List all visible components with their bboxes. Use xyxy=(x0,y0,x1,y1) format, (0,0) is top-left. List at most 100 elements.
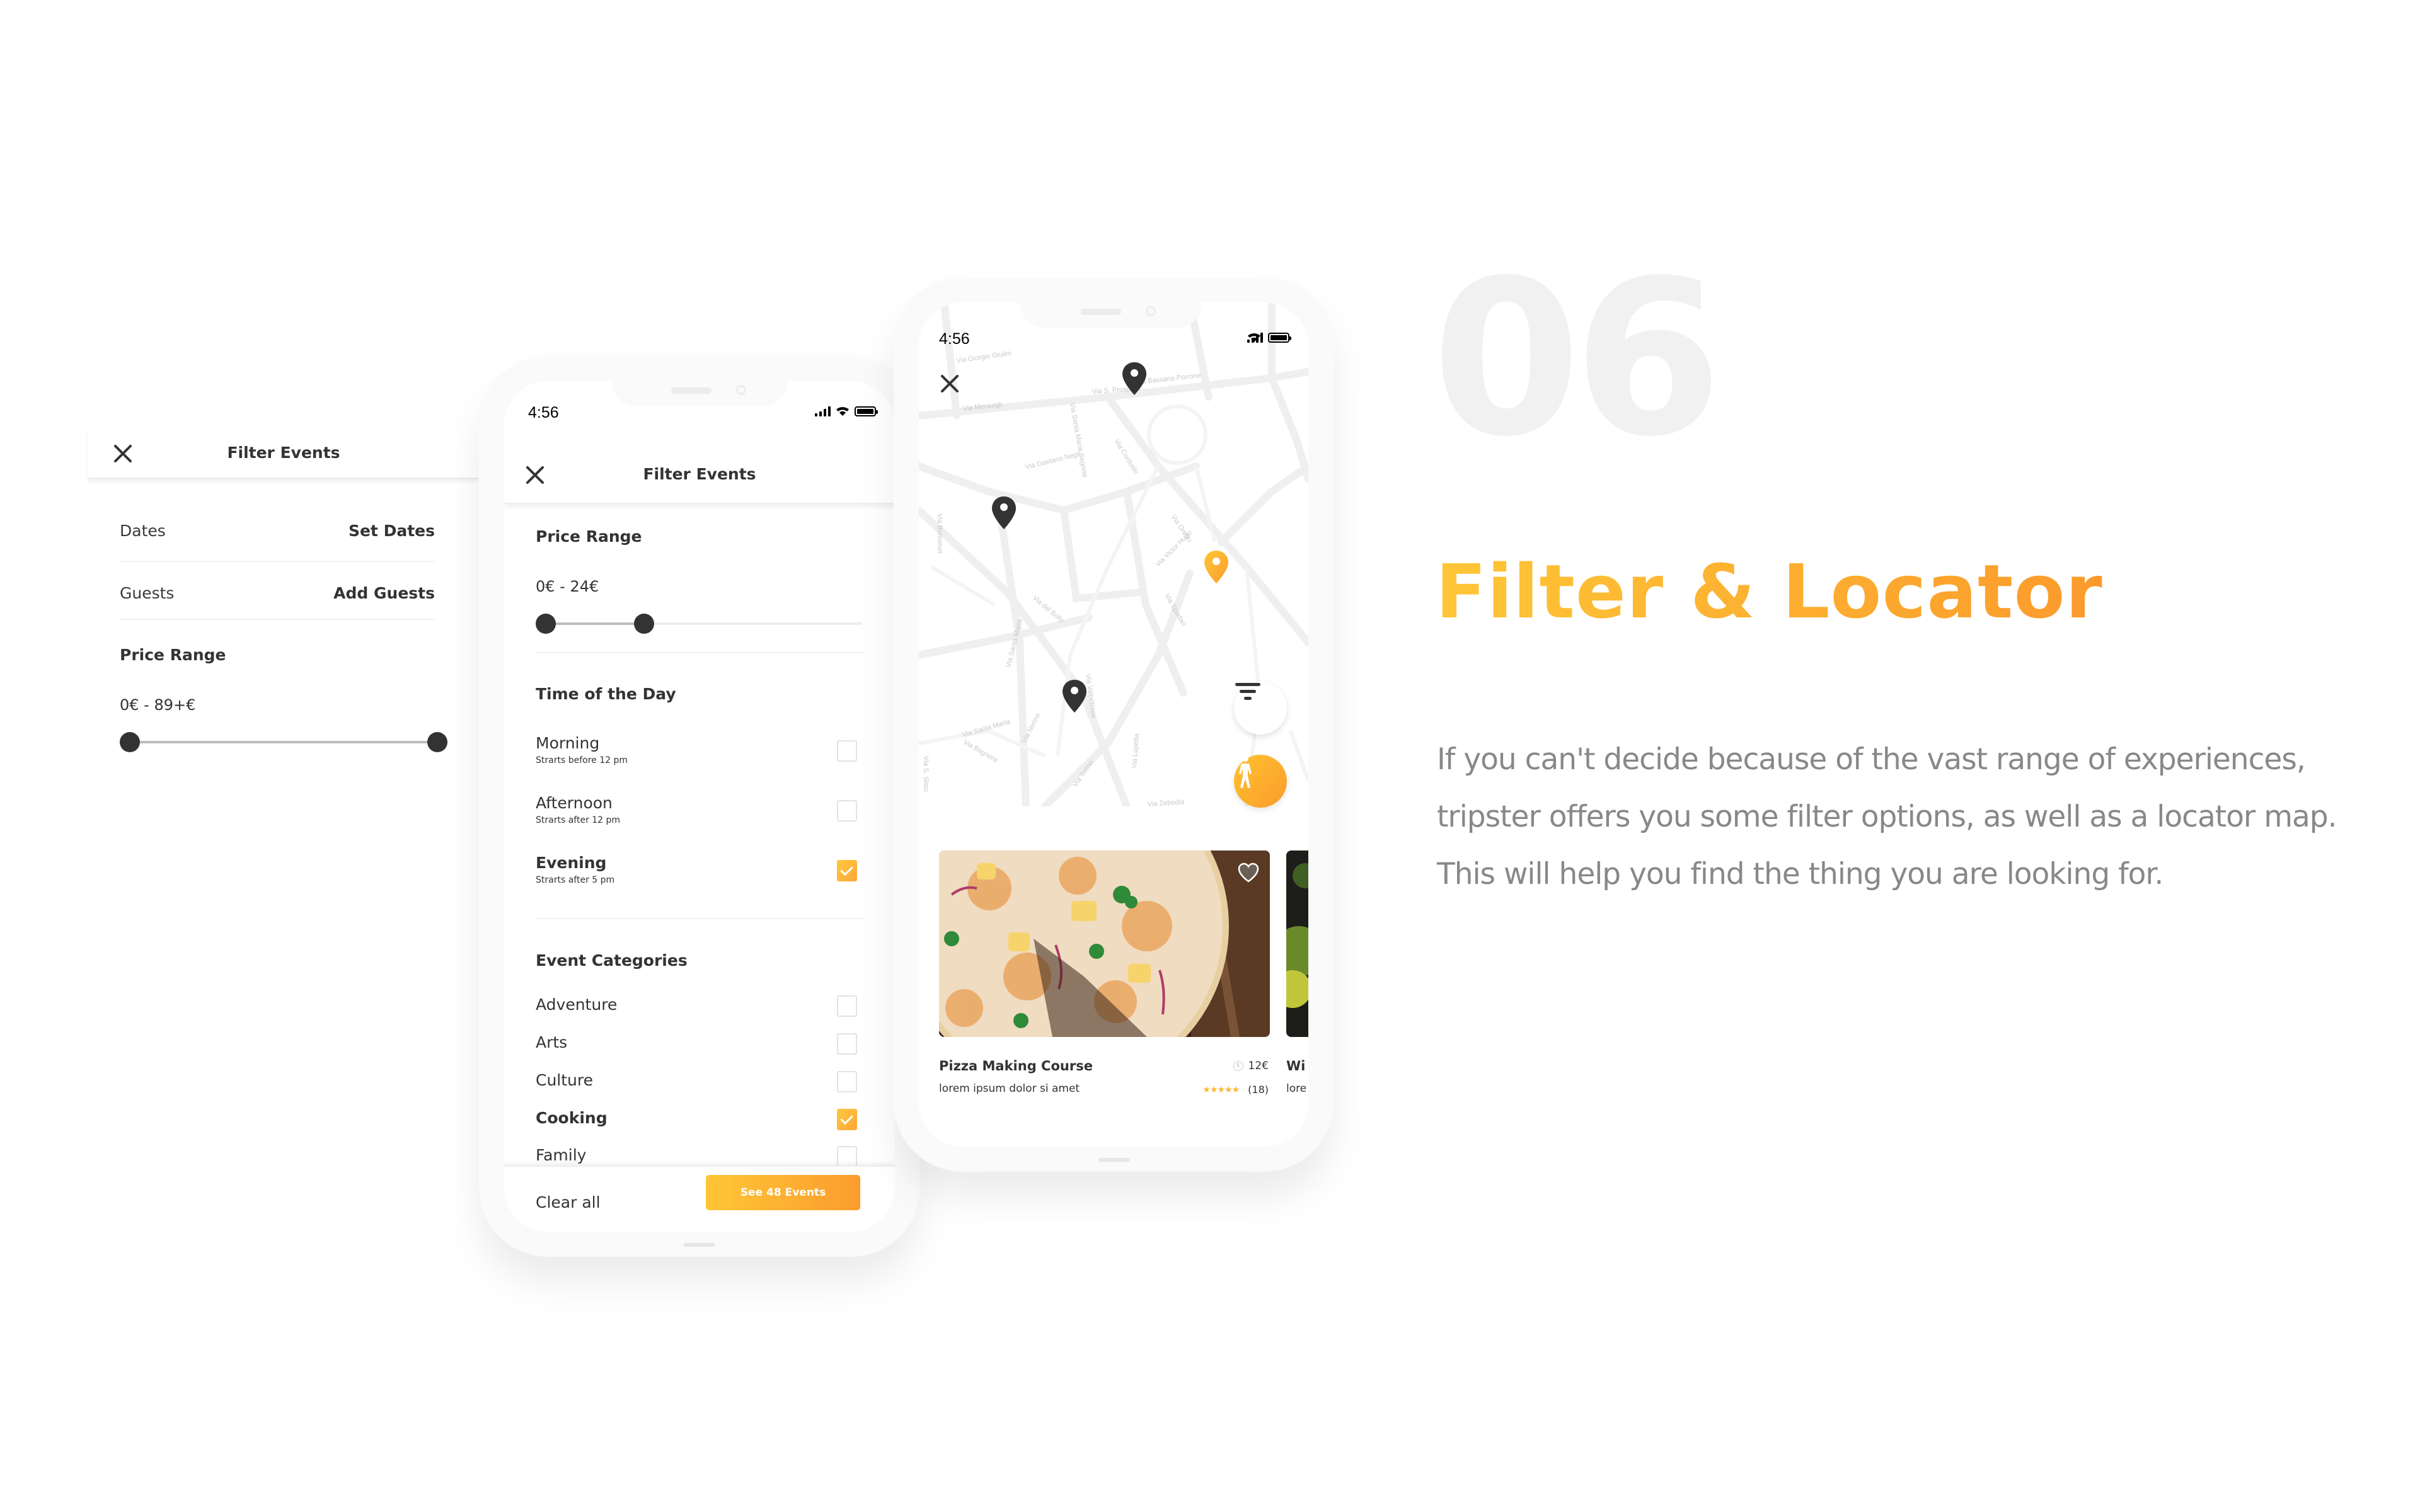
event-image xyxy=(1286,850,1308,1037)
feature-number: 06 xyxy=(1432,234,1722,484)
phone-speaker xyxy=(671,387,712,394)
svg-text:Via Borromei: Via Borromei xyxy=(936,513,943,553)
option-subtext: Strarts after 5 pm xyxy=(536,875,615,885)
option-label: Morning xyxy=(536,734,600,752)
home-indicator xyxy=(684,1243,715,1247)
feature-title: Filter & Locator xyxy=(1436,548,2103,635)
option-label: Afternoon xyxy=(536,794,613,812)
event-photo xyxy=(1286,850,1308,1037)
walking-person-icon xyxy=(1239,755,1252,788)
phone-notch xyxy=(611,381,788,406)
status-time: 4:56 xyxy=(528,404,559,421)
svg-text:Via Victor Hugo: Via Victor Hugo xyxy=(1155,529,1194,568)
checkbox-morning[interactable] xyxy=(837,740,857,762)
map-pin-icon[interactable] xyxy=(1061,679,1088,714)
checkbox-afternoon[interactable] xyxy=(837,800,857,822)
checkbox-arts[interactable] xyxy=(837,1033,857,1055)
description-line: This will help you find the thing you ar… xyxy=(1437,857,2164,891)
event-categories-title: Event Categories xyxy=(536,951,688,970)
clear-all-button[interactable]: Clear all xyxy=(536,1193,601,1211)
price-slider-min-handle[interactable] xyxy=(536,614,556,634)
filter-icon xyxy=(1235,683,1260,700)
battery-icon xyxy=(1268,333,1291,343)
favorite-heart-icon[interactable] xyxy=(1237,862,1260,883)
checkbox-cooking[interactable] xyxy=(837,1109,857,1130)
divider xyxy=(536,918,863,919)
event-description: lore xyxy=(1286,1082,1307,1095)
review-count: (18) xyxy=(1248,1084,1269,1096)
divider xyxy=(120,561,435,562)
divider xyxy=(536,652,863,653)
option-label: Evening xyxy=(536,854,607,872)
panel-title: Filter Events xyxy=(227,444,340,462)
price-range-value: 0€ - 89+€ xyxy=(120,696,196,714)
svg-text:Via Lupetta: Via Lupetta xyxy=(1131,733,1141,769)
description-line: tripster offers you some filter options,… xyxy=(1437,799,2337,834)
phone-camera xyxy=(1146,306,1156,316)
event-title: Pizza Making Course xyxy=(939,1058,1093,1074)
price-slider-track[interactable] xyxy=(130,741,437,743)
price-range-value: 0€ - 24€ xyxy=(536,578,599,595)
checkbox-culture[interactable] xyxy=(837,1071,857,1092)
svg-text:Via Cordusio: Via Cordusio xyxy=(1112,438,1139,476)
svg-text:Via Zebedia: Via Zebedia xyxy=(1147,798,1185,806)
status-time: 4:56 xyxy=(939,330,970,348)
filter-panel-flat: Filter Events Dates Set Dates Guests Add… xyxy=(88,428,479,781)
battery-icon xyxy=(855,406,878,416)
svg-text:Via Santa Maria Segreta: Via Santa Maria Segreta xyxy=(1068,402,1089,478)
home-indicator xyxy=(1098,1158,1130,1162)
phone-camera xyxy=(736,385,746,395)
price-slider-fill xyxy=(546,622,644,625)
checkbox-adventure[interactable] xyxy=(837,995,857,1017)
set-dates-link[interactable]: Set Dates xyxy=(349,522,435,540)
phone-speaker xyxy=(1081,309,1121,315)
category-label: Culture xyxy=(536,1071,594,1089)
price-slider-max-handle[interactable] xyxy=(633,614,654,634)
map[interactable]: Via Giorgio Giulini Via Meravigli Via S.… xyxy=(919,302,1308,808)
wifi-icon xyxy=(1248,333,1260,342)
price-slider-max-handle[interactable] xyxy=(427,732,447,752)
filter-footer: Clear all See 48 Events xyxy=(504,1166,895,1232)
map-pin-icon[interactable] xyxy=(1121,361,1148,396)
category-label: Family xyxy=(536,1146,587,1164)
price-range-title: Price Range xyxy=(120,646,226,664)
filter-screen: 4:56 Filter Events Price Range 0€ - 24€ … xyxy=(504,381,895,1232)
category-label: Arts xyxy=(536,1033,568,1051)
locate-me-button[interactable] xyxy=(1234,755,1287,808)
option-subtext: Strarts after 12 pm xyxy=(536,815,621,825)
event-description: lorem ipsum dolor si amet xyxy=(939,1082,1080,1095)
svg-text:Via S. Sisto: Via S. Sisto xyxy=(922,756,930,792)
status-icons xyxy=(815,406,878,416)
event-cards-carousel[interactable]: Pizza Making Course $ 12€ lorem ipsum do… xyxy=(919,850,1308,1115)
phone-filter-screen: 4:56 Filter Events Price Range 0€ - 24€ … xyxy=(479,356,920,1257)
close-icon[interactable] xyxy=(939,373,960,394)
currency-coin-icon: $ xyxy=(1233,1061,1243,1071)
svg-text:Via del Bollo: Via del Bollo xyxy=(1031,594,1065,624)
star-rating-icons: ★★★★★ xyxy=(1202,1084,1240,1095)
panel-header: Filter Events xyxy=(88,428,479,479)
checkbox-family[interactable] xyxy=(837,1146,857,1167)
phone-map-screen: Via Giorgio Giulini Via Meravigli Via S.… xyxy=(894,277,1334,1172)
svg-text:Via Giorgio Giulini: Via Giorgio Giulini xyxy=(956,350,1012,365)
map-pin-selected-icon[interactable] xyxy=(1202,549,1230,585)
option-subtext: Strarts before 12 pm xyxy=(536,755,628,765)
price-range-title: Price Range xyxy=(536,527,642,546)
map-pin-icon[interactable] xyxy=(990,495,1018,530)
map-screen: Via Giorgio Giulini Via Meravigli Via S.… xyxy=(919,302,1308,1147)
see-events-button[interactable]: See 48 Events xyxy=(706,1175,860,1210)
category-label: Cooking xyxy=(536,1109,608,1127)
checkbox-evening[interactable] xyxy=(837,860,857,881)
event-rating: ★★★★★ (18) xyxy=(1202,1084,1269,1096)
signal-icon xyxy=(815,406,831,416)
map-filter-button[interactable] xyxy=(1234,682,1287,735)
svg-text:Via Bagnera: Via Bagnera xyxy=(962,738,1000,764)
svg-text:Via Santa Marta: Via Santa Marta xyxy=(962,718,1012,738)
filter-title: Filter Events xyxy=(643,465,756,483)
dates-label: Dates xyxy=(120,522,166,540)
event-price: $ 12€ xyxy=(1233,1060,1269,1072)
price-slider-min-handle[interactable] xyxy=(120,732,140,752)
guests-row[interactable]: Guests Add Guests xyxy=(120,584,435,612)
dates-row[interactable]: Dates Set Dates xyxy=(120,522,435,549)
add-guests-link[interactable]: Add Guests xyxy=(333,584,435,602)
status-icons xyxy=(1247,333,1291,343)
